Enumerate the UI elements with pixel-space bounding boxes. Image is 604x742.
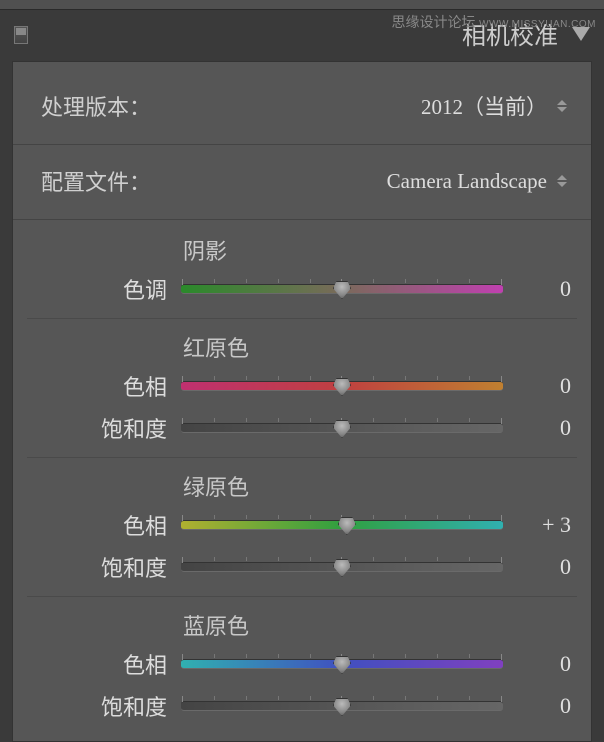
shadow-tint-row: 色调 0	[13, 268, 591, 310]
slider-thumb[interactable]	[333, 378, 351, 396]
shadow-tint-label: 色调	[13, 273, 167, 305]
stepper-icon[interactable]	[557, 175, 567, 187]
profile-label: 配置文件：	[41, 165, 151, 197]
slider-thumb[interactable]	[333, 698, 351, 716]
red-sat-value[interactable]: 0	[517, 415, 571, 441]
slider-thumb[interactable]	[333, 281, 351, 299]
blue-sat-value[interactable]: 0	[517, 693, 571, 719]
slider-thumb[interactable]	[333, 420, 351, 438]
watermark: 思缘设计论坛 WWW.MISSYUAN.COM	[391, 12, 596, 32]
shadow-group-title: 阴影	[13, 230, 591, 268]
red-hue-row: 色相 0	[13, 365, 591, 407]
red-sat-slider[interactable]	[181, 423, 503, 433]
green-hue-row: 色相 + 3	[13, 504, 591, 546]
blue-hue-value[interactable]: 0	[517, 651, 571, 677]
process-version-value[interactable]: 2012（当前）	[421, 91, 567, 121]
red-hue-value[interactable]: 0	[517, 373, 571, 399]
profile-value[interactable]: Camera Landscape	[387, 169, 567, 194]
green-sat-value[interactable]: 0	[517, 554, 571, 580]
slider-thumb[interactable]	[333, 656, 351, 674]
blue-sat-row: 饱和度 0	[13, 685, 591, 727]
stepper-icon[interactable]	[557, 100, 567, 112]
camera-calibration-panel: 处理版本： 2012（当前） 配置文件： Camera Landscape 阴影…	[12, 61, 592, 742]
red-sat-label: 饱和度	[13, 412, 167, 444]
blue-sat-slider[interactable]	[181, 701, 503, 711]
profile-row[interactable]: 配置文件： Camera Landscape	[13, 155, 591, 209]
green-hue-value[interactable]: + 3	[517, 512, 571, 538]
shadow-tint-value[interactable]: 0	[517, 276, 571, 302]
blue-hue-slider[interactable]	[181, 659, 503, 669]
green-group-title: 绿原色	[13, 466, 591, 504]
red-sat-row: 饱和度 0	[13, 407, 591, 449]
red-hue-slider[interactable]	[181, 381, 503, 391]
blue-sat-label: 饱和度	[13, 690, 167, 722]
green-hue-slider[interactable]	[181, 520, 503, 530]
slider-thumb[interactable]	[338, 517, 356, 535]
panel-toggle-switch[interactable]	[14, 26, 28, 44]
process-version-row[interactable]: 处理版本： 2012（当前）	[13, 80, 591, 134]
red-group-title: 红原色	[13, 327, 591, 365]
red-hue-label: 色相	[13, 370, 167, 402]
green-sat-row: 饱和度 0	[13, 546, 591, 588]
blue-hue-row: 色相 0	[13, 643, 591, 685]
blue-hue-label: 色相	[13, 648, 167, 680]
green-sat-slider[interactable]	[181, 562, 503, 572]
slider-thumb[interactable]	[333, 559, 351, 577]
blue-group-title: 蓝原色	[13, 605, 591, 643]
shadow-tint-slider[interactable]	[181, 284, 503, 294]
process-version-label: 处理版本：	[41, 90, 151, 122]
green-hue-label: 色相	[13, 509, 167, 541]
green-sat-label: 饱和度	[13, 551, 167, 583]
